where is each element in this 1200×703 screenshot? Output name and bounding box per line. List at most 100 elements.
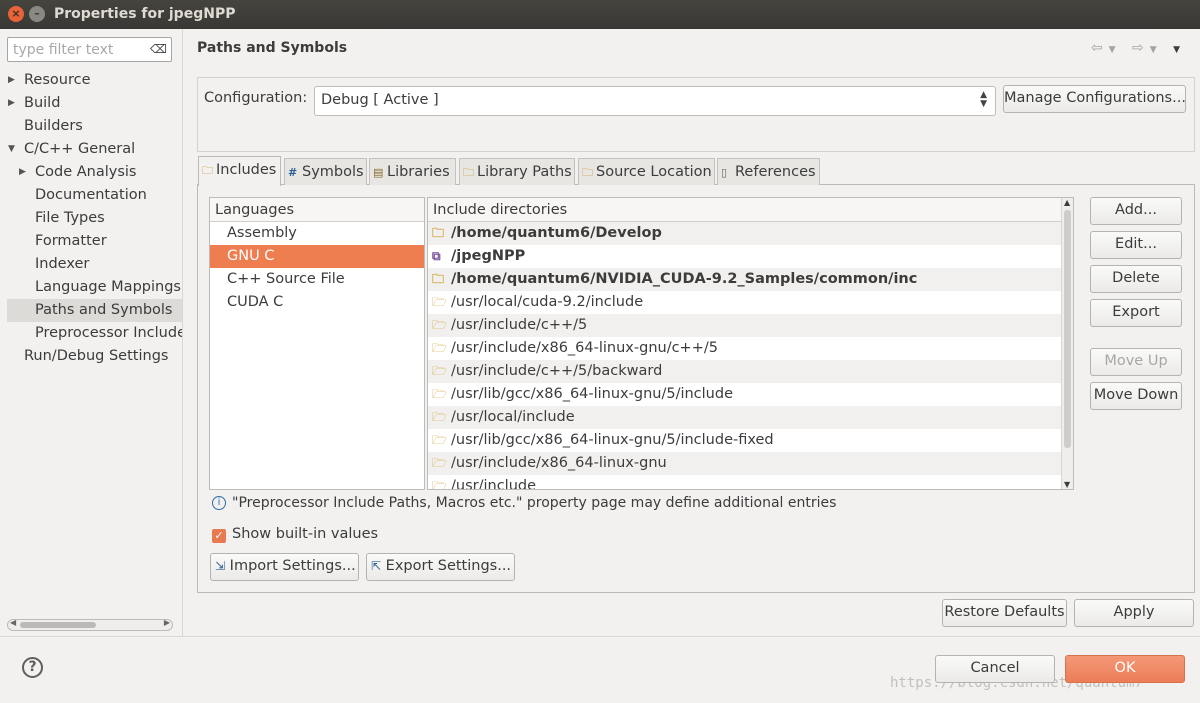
- select-arrows-icon: ▲ ▼: [980, 90, 987, 109]
- include-row[interactable]: 🗁/usr/local/include: [428, 406, 1062, 429]
- libraries-icon: ▤: [373, 166, 384, 179]
- move-down-button[interactable]: Move Down: [1090, 382, 1182, 410]
- minimize-window-icon[interactable]: –: [29, 6, 45, 22]
- forward-arrow-icon[interactable]: ⇨: [1132, 40, 1150, 56]
- clear-filter-icon[interactable]: ⌫: [150, 42, 167, 56]
- title-bar: × – Properties for jpegNPP: [0, 0, 1200, 29]
- property-page-tree-pane: ⌫ ▶Resource ▶Build Builders ▼C/C++ Gener…: [0, 29, 183, 636]
- languages-list: Languages Assembly GNU C C++ Source File…: [209, 197, 425, 490]
- include-row[interactable]: 🗀/home/quantum6/NVIDIA_CUDA-9.2_Samples/…: [428, 268, 1062, 291]
- expand-arrow-icon[interactable]: ▶: [8, 69, 15, 92]
- scroll-right-icon[interactable]: ▶: [164, 618, 170, 627]
- dialog-separator: [0, 636, 1200, 637]
- source-folder-icon: 🗀: [582, 166, 593, 179]
- page-title: Paths and Symbols: [197, 40, 348, 56]
- tab-source-location[interactable]: 🗀 Source Location: [578, 158, 715, 185]
- includes-icon: 🗀: [202, 164, 213, 177]
- hash-icon: #: [288, 166, 298, 179]
- configuration-value: Debug [ Active ]: [321, 92, 439, 108]
- tree-item-build[interactable]: ▶ Build: [0, 92, 182, 115]
- language-item[interactable]: CUDA C: [210, 291, 424, 314]
- tree-item-run-debug-settings[interactable]: Run/Debug Settings: [0, 345, 182, 368]
- cancel-button[interactable]: Cancel: [935, 655, 1055, 683]
- ok-button[interactable]: OK: [1065, 655, 1185, 683]
- tab-library-paths[interactable]: 🗀 Library Paths: [459, 158, 575, 185]
- include-row[interactable]: 🗁/usr/include/x86_64-linux-gnu/c++/5: [428, 337, 1062, 360]
- view-menu-icon[interactable]: ▼: [1173, 45, 1186, 55]
- include-row[interactable]: 🗁/usr/include/c++/5/backward: [428, 360, 1062, 383]
- tree-item-code-analysis[interactable]: ▶ Code Analysis: [0, 161, 182, 184]
- expand-arrow-icon[interactable]: ▶: [19, 161, 26, 184]
- include-folder-icon: 🗁: [432, 387, 447, 401]
- project-icon: ⧉: [432, 249, 441, 263]
- include-row[interactable]: ⧉/jpegNPP: [428, 245, 1062, 268]
- forward-menu-icon[interactable]: ▼: [1150, 45, 1163, 55]
- manage-configurations-button[interactable]: Manage Configurations...: [1003, 85, 1186, 113]
- scroll-down-icon[interactable]: ▼: [1064, 480, 1070, 489]
- filter-input[interactable]: [11, 39, 151, 60]
- include-row[interactable]: 🗁/usr/lib/gcc/x86_64-linux-gnu/5/include…: [428, 429, 1062, 452]
- include-row[interactable]: 🗁/usr/include/c++/5: [428, 314, 1062, 337]
- references-icon: ▯: [721, 166, 728, 179]
- tree-item-file-types[interactable]: File Types: [0, 207, 182, 230]
- tab-libraries[interactable]: ▤ Libraries: [369, 158, 456, 185]
- include-folder-icon: 🗁: [432, 318, 447, 332]
- tree-item-formatter[interactable]: Formatter: [0, 230, 182, 253]
- back-arrow-icon[interactable]: ⇦: [1091, 40, 1109, 56]
- back-menu-icon[interactable]: ▼: [1109, 45, 1122, 55]
- tree-item-cpp-general[interactable]: ▼ C/C++ General: [0, 138, 182, 161]
- edit-button[interactable]: Edit...: [1090, 231, 1182, 259]
- tab-symbols[interactable]: # Symbols: [284, 158, 367, 185]
- tree-item-resource[interactable]: ▶ Resource: [0, 69, 182, 92]
- window-title: Properties for jpegNPP: [54, 6, 236, 22]
- language-item[interactable]: Assembly: [210, 222, 424, 245]
- include-row[interactable]: 🗁/usr/include/x86_64-linux-gnu: [428, 452, 1062, 475]
- import-settings-button[interactable]: ⇲ Import Settings...: [210, 553, 359, 581]
- scrollbar-thumb[interactable]: [20, 622, 96, 628]
- language-item[interactable]: C++ Source File: [210, 268, 424, 291]
- apply-button[interactable]: Apply: [1074, 599, 1194, 627]
- page-navigation: ⇦▼ ⇨▼ ▼: [1091, 40, 1186, 56]
- expand-arrow-icon[interactable]: ▶: [8, 92, 15, 115]
- include-folder-icon: 🗁: [432, 410, 447, 424]
- tree-item-builders[interactable]: Builders: [0, 115, 182, 138]
- info-message: i "Preprocessor Include Paths, Macros etc…: [212, 495, 836, 511]
- scroll-up-icon[interactable]: ▲: [1064, 198, 1070, 207]
- tree-item-language-mappings[interactable]: Language Mappings: [0, 276, 182, 299]
- help-icon[interactable]: ?: [22, 657, 43, 678]
- scrollbar-thumb[interactable]: [1064, 210, 1071, 448]
- collapse-arrow-icon[interactable]: ▼: [8, 138, 15, 161]
- tab-includes[interactable]: 🗀 Includes: [198, 156, 281, 186]
- tree-item-preprocessor-include[interactable]: Preprocessor Include: [0, 322, 182, 345]
- show-builtin-checkbox[interactable]: ✓ Show built-in values: [212, 526, 378, 543]
- include-folder-icon: 🗁: [432, 456, 447, 470]
- checkbox-checked-icon[interactable]: ✓: [212, 529, 226, 543]
- include-row[interactable]: 🗁/usr/local/cuda-9.2/include: [428, 291, 1062, 314]
- include-row[interactable]: 🗁/usr/include: [428, 475, 1062, 489]
- include-row[interactable]: 🗁/usr/lib/gcc/x86_64-linux-gnu/5/include: [428, 383, 1062, 406]
- tab-references[interactable]: ▯ References: [717, 158, 820, 185]
- scroll-left-icon[interactable]: ◀: [10, 618, 16, 627]
- include-row[interactable]: 🗀/home/quantum6/Develop: [428, 222, 1062, 245]
- add-button[interactable]: Add...: [1090, 197, 1182, 225]
- move-up-button[interactable]: Move Up: [1090, 348, 1182, 376]
- tree-item-documentation[interactable]: Documentation: [0, 184, 182, 207]
- workspace-folder-icon: 🗀: [432, 272, 445, 286]
- restore-defaults-button[interactable]: Restore Defaults: [942, 599, 1067, 627]
- include-folder-icon: 🗁: [432, 341, 447, 355]
- export-button[interactable]: Export: [1090, 299, 1182, 327]
- close-window-icon[interactable]: ×: [8, 6, 24, 22]
- include-folder-icon: 🗁: [432, 364, 447, 378]
- tree-item-paths-and-symbols[interactable]: Paths and Symbols: [7, 299, 182, 322]
- include-directories-header: Include directories: [428, 198, 1061, 222]
- tree-horizontal-scrollbar[interactable]: ◀ ▶: [7, 618, 173, 631]
- tree-item-indexer[interactable]: Indexer: [0, 253, 182, 276]
- configuration-label: Configuration:: [204, 90, 308, 106]
- configuration-select[interactable]: Debug [ Active ] ▲ ▼: [314, 86, 996, 116]
- language-item-selected[interactable]: GNU C: [210, 245, 424, 268]
- include-folder-icon: 🗁: [432, 295, 447, 309]
- export-settings-button[interactable]: ⇱ Export Settings...: [366, 553, 515, 581]
- include-vertical-scrollbar[interactable]: ▲ ▼: [1061, 198, 1073, 489]
- delete-button[interactable]: Delete: [1090, 265, 1182, 293]
- filter-field[interactable]: ⌫: [7, 37, 172, 62]
